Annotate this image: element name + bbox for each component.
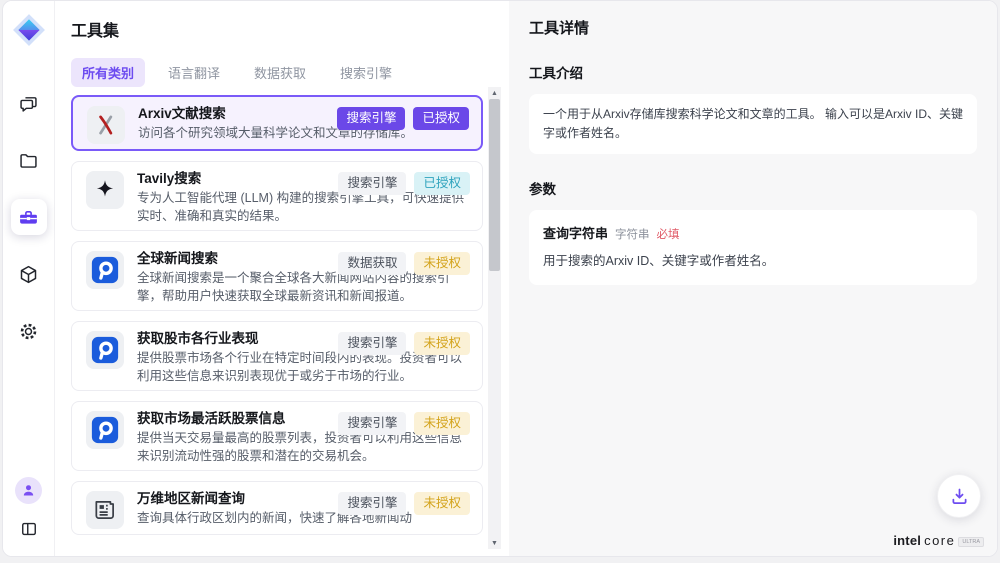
tool-card[interactable]: Tavily搜索专为人工智能代理 (LLM) 构建的搜索引擎工具，可快速提供实时…: [71, 161, 483, 231]
tool-card-badges: 数据获取未授权: [338, 252, 470, 275]
intel-core-logo: intel core ultra: [893, 533, 984, 548]
auth-status-badge: 未授权: [414, 332, 470, 355]
sidebar-item-plugins[interactable]: [11, 256, 47, 292]
category-badge: 搜索引擎: [337, 107, 405, 130]
star-icon: [86, 171, 124, 209]
intro-box: 一个用于从Arxiv存储库搜索科学论文和文章的工具。 输入可以是Arxiv ID…: [529, 94, 977, 154]
download-icon: [949, 486, 970, 507]
intel-wordmark: intel: [893, 533, 921, 548]
param-description: 用于搜索的Arxiv ID、关键字或作者姓名。: [543, 252, 963, 274]
tool-card[interactable]: Arxiv文献搜索访问各个研究领域大量科学论文和文章的存储库。搜索引擎已授权: [71, 95, 483, 151]
layout-panel-icon: [19, 519, 39, 539]
tool-card-list: Arxiv文献搜索访问各个研究领域大量科学论文和文章的存储库。搜索引擎已授权 Ta…: [71, 95, 483, 535]
sidebar-item-chat[interactable]: [11, 85, 47, 121]
tool-card[interactable]: 万维地区新闻查询查询具体行政区划内的新闻，快速了解各地新闻动搜索引擎未授权: [71, 481, 483, 535]
sidebar-item-settings[interactable]: [11, 313, 47, 349]
params-heading: 参数: [529, 178, 977, 198]
tool-card-badges: 搜索引擎已授权: [337, 107, 469, 130]
tab-translation[interactable]: 语言翻译: [157, 58, 231, 87]
app-logo-icon: [12, 13, 46, 47]
scrollbar[interactable]: ▲ ▼: [488, 87, 501, 549]
category-badge: 数据获取: [338, 252, 406, 275]
sidebar: [3, 1, 55, 556]
cube-icon: [18, 264, 39, 285]
arxiv-logo-icon: [87, 106, 125, 144]
user-icon: [21, 483, 36, 498]
download-button[interactable]: [937, 474, 981, 518]
gear-icon: [18, 321, 39, 342]
newspaper-icon: [86, 491, 124, 529]
param-required-badge: 必填: [657, 226, 680, 245]
param-box: 查询字符串 字符串 必填 用于搜索的Arxiv ID、关键字或作者姓名。: [529, 210, 977, 285]
collapse-panel-button[interactable]: [14, 514, 44, 544]
sidebar-bottom: [14, 477, 44, 544]
tool-detail-panel: 工具详情 工具介绍 一个用于从Arxiv存储库搜索科学论文和文章的工具。 输入可…: [509, 1, 997, 556]
category-badge: 搜索引擎: [338, 332, 406, 355]
param-type: 字符串: [615, 226, 650, 245]
sidebar-nav: [11, 85, 47, 349]
core-wordmark: core: [924, 533, 955, 548]
news-search-icon: [86, 331, 124, 369]
sidebar-item-tools[interactable]: [11, 199, 47, 235]
param-head: 查询字符串 字符串 必填: [543, 224, 963, 245]
category-badge: 搜索引擎: [338, 172, 406, 195]
sidebar-item-files[interactable]: [11, 142, 47, 178]
tool-card-badges: 搜索引擎未授权: [338, 412, 470, 435]
scroll-down-arrow-icon[interactable]: ▼: [488, 537, 501, 549]
param-name: 查询字符串: [543, 224, 608, 243]
app-window: 工具集 所有类别 语言翻译 数据获取 搜索引擎 Arxiv文献搜索访问各个研究领…: [2, 0, 998, 557]
tab-data-fetch[interactable]: 数据获取: [243, 58, 317, 87]
intro-heading: 工具介绍: [529, 62, 977, 82]
detail-title: 工具详情: [529, 17, 977, 38]
category-badge: 搜索引擎: [338, 492, 406, 515]
tool-list-panel: 工具集 所有类别 语言翻译 数据获取 搜索引擎 Arxiv文献搜索访问各个研究领…: [55, 1, 509, 556]
page-title: 工具集: [71, 17, 509, 41]
auth-status-badge: 未授权: [414, 492, 470, 515]
user-avatar[interactable]: [15, 477, 42, 504]
tool-card[interactable]: 获取股市各行业表现提供股票市场各个行业在特定时间段内的表现。投资者可以利用这些信…: [71, 321, 483, 391]
category-tabs: 所有类别 语言翻译 数据获取 搜索引擎: [71, 58, 509, 87]
auth-status-badge: 未授权: [414, 252, 470, 275]
tool-card[interactable]: 获取市场最活跃股票信息提供当天交易量最高的股票列表，投资者可以利用这些信息来识别…: [71, 401, 483, 471]
scrollbar-track[interactable]: [488, 99, 501, 537]
tab-search-engine[interactable]: 搜索引擎: [329, 58, 403, 87]
tool-card-badges: 搜索引擎未授权: [338, 492, 470, 515]
news-search-icon: [86, 411, 124, 449]
scroll-up-arrow-icon[interactable]: ▲: [488, 87, 501, 99]
ultra-badge: ultra: [958, 537, 984, 547]
scrollbar-thumb[interactable]: [489, 99, 500, 271]
news-search-icon: [86, 251, 124, 289]
auth-status-badge: 已授权: [414, 172, 470, 195]
category-badge: 搜索引擎: [338, 412, 406, 435]
folder-icon: [18, 150, 39, 171]
tool-card-badges: 搜索引擎未授权: [338, 332, 470, 355]
tool-card[interactable]: 全球新闻搜索全球新闻搜索是一个聚合全球各大新闻网站内容的搜索引擎，帮助用户快速获…: [71, 241, 483, 311]
auth-status-badge: 未授权: [414, 412, 470, 435]
tab-all-categories[interactable]: 所有类别: [71, 58, 145, 87]
auth-status-badge: 已授权: [413, 107, 469, 130]
chat-icon: [18, 93, 39, 114]
tool-card-badges: 搜索引擎已授权: [338, 172, 470, 195]
toolbox-icon: [18, 207, 39, 228]
